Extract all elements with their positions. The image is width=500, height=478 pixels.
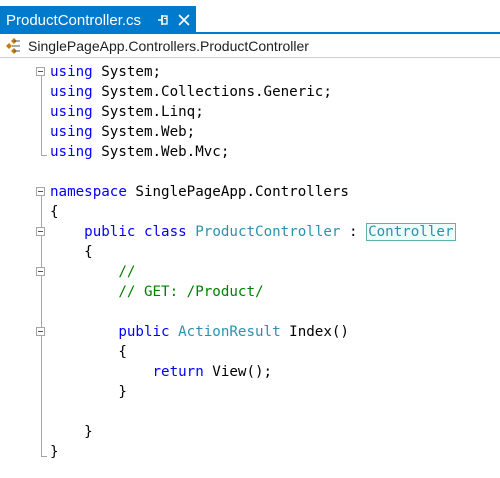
code-line: } bbox=[84, 424, 93, 440]
code-line: namespace SinglePageApp.Controllers bbox=[50, 184, 349, 200]
code-line: public ActionResult Index() bbox=[118, 324, 349, 340]
code-line: return View(); bbox=[152, 364, 273, 380]
editor-left-margin bbox=[0, 58, 32, 478]
outline-guide bbox=[41, 76, 42, 155]
collapse-namespace-icon[interactable] bbox=[36, 187, 45, 196]
navigation-bar[interactable]: SinglePageApp.Controllers.ProductControl… bbox=[0, 34, 500, 58]
collapse-class-icon[interactable] bbox=[36, 227, 45, 236]
code-line: // bbox=[118, 264, 136, 280]
code-line: using System.Web; bbox=[50, 124, 196, 140]
highlighted-reference: Controller bbox=[366, 223, 456, 241]
navigation-bar-text: SinglePageApp.Controllers.ProductControl… bbox=[28, 37, 309, 54]
code-line: using System; bbox=[50, 64, 162, 80]
close-icon[interactable] bbox=[176, 12, 192, 28]
tab-title: ProductController.cs bbox=[6, 11, 142, 29]
code-line: using System.Linq; bbox=[50, 104, 204, 120]
collapse-method-icon[interactable] bbox=[36, 327, 45, 336]
collapse-comment-icon[interactable] bbox=[36, 267, 45, 276]
code-line: using System.Web.Mvc; bbox=[50, 144, 230, 160]
code-line: // GET: /Product/ bbox=[118, 284, 264, 300]
code-line: { bbox=[50, 204, 59, 220]
pin-icon[interactable] bbox=[156, 12, 170, 28]
code-line: using System.Collections.Generic; bbox=[50, 84, 332, 100]
code-line: } bbox=[118, 384, 127, 400]
code-line: public class ProductController : Control… bbox=[84, 223, 456, 241]
code-editor[interactable]: using System; using System.Collections.G… bbox=[0, 58, 500, 478]
code-line: { bbox=[84, 244, 93, 260]
outline-guide-end bbox=[41, 456, 47, 457]
code-line: } bbox=[50, 444, 59, 460]
code-line: { bbox=[118, 344, 127, 360]
document-tab-active[interactable]: ProductController.cs bbox=[0, 6, 196, 34]
collapse-usings-icon[interactable] bbox=[36, 67, 45, 76]
document-tab-strip: ProductController.cs bbox=[0, 0, 500, 34]
outline-guide-end bbox=[41, 155, 47, 156]
class-icon bbox=[6, 37, 20, 54]
